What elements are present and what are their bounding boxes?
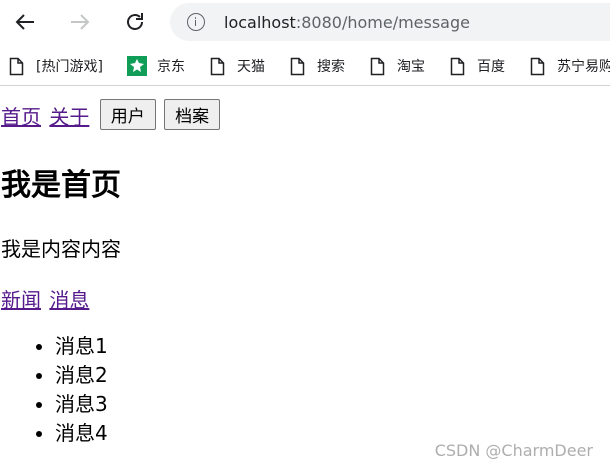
list-item: 消息3 xyxy=(55,390,108,419)
home-link[interactable]: 首页 xyxy=(1,105,41,129)
bookmark-suning[interactable]: 苏宁易购 xyxy=(530,55,610,77)
bookmark-taobao[interactable]: 淘宝 xyxy=(370,55,425,77)
back-arrow-icon xyxy=(15,14,34,30)
bookmark-baidu[interactable]: 百度 xyxy=(450,55,505,77)
message-link[interactable]: 消息 xyxy=(49,288,89,312)
page-title: 我是首页 xyxy=(1,168,121,203)
bookmarks-bar: [热门游戏] 京东 天猫 搜索 淘宝 百度 苏宁易购 xyxy=(0,45,610,86)
reload-icon xyxy=(127,13,143,30)
site-info-icon[interactable] xyxy=(187,13,205,31)
jd-logo-icon xyxy=(127,56,147,76)
page-content: 首页 关于 用户 档案 我是首页 我是内容内容 新闻 消息 消息1 消息2 消息… xyxy=(0,86,610,468)
main-nav: 首页 关于 用户 档案 xyxy=(1,99,221,130)
document-icon xyxy=(290,57,305,75)
bookmark-search[interactable]: 搜索 xyxy=(290,55,345,77)
document-icon xyxy=(370,57,385,75)
forward-arrow-icon xyxy=(71,14,90,30)
message-list: 消息1 消息2 消息3 消息4 xyxy=(0,332,108,448)
back-button[interactable] xyxy=(7,4,43,40)
list-item: 消息1 xyxy=(55,332,108,361)
document-icon xyxy=(210,57,225,75)
profile-button[interactable]: 档案 xyxy=(164,99,221,130)
bookmark-tmall[interactable]: 天猫 xyxy=(210,55,265,77)
content-text: 我是内容内容 xyxy=(1,237,121,261)
browser-toolbar: localhost:8080/home/message xyxy=(0,0,610,45)
address-bar[interactable]: localhost:8080/home/message xyxy=(170,3,610,41)
news-link[interactable]: 新闻 xyxy=(1,288,41,312)
about-link[interactable]: 关于 xyxy=(49,105,89,129)
bookmark-hot-games[interactable]: [热门游戏] xyxy=(9,55,103,77)
list-item: 消息4 xyxy=(55,419,108,448)
list-item: 消息2 xyxy=(55,361,108,390)
document-icon xyxy=(450,57,465,75)
bookmark-jd[interactable]: 京东 xyxy=(127,55,185,77)
forward-button[interactable] xyxy=(62,4,98,40)
url-text: localhost:8080/home/message xyxy=(224,12,470,32)
reload-button[interactable] xyxy=(117,4,153,40)
document-icon xyxy=(530,57,545,75)
document-icon xyxy=(9,57,24,75)
watermark: CSDN @CharmDeer xyxy=(434,441,593,460)
sub-nav: 新闻 消息 xyxy=(1,284,91,313)
user-button[interactable]: 用户 xyxy=(99,99,156,130)
